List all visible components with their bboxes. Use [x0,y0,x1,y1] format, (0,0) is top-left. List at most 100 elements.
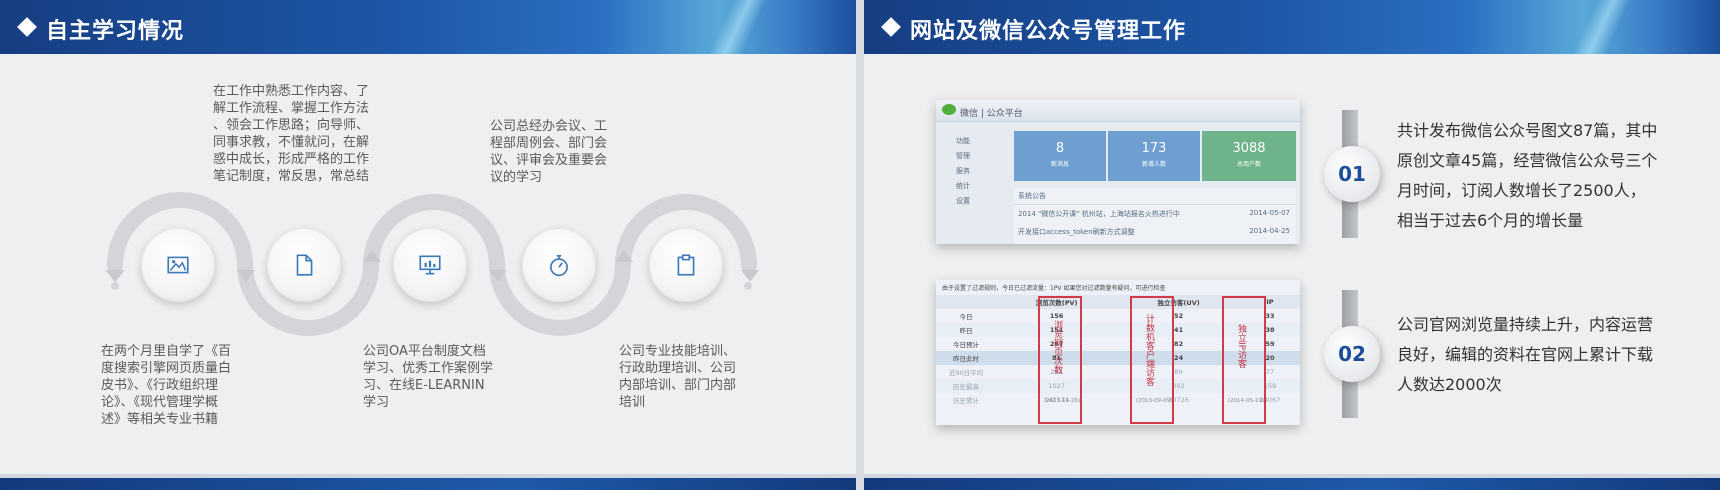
wechat-stat-total-users: 3088 总用户数 [1202,131,1296,181]
text-line: 、领会工作思路；向导师、 [213,118,370,133]
notice-title: 系统公告 [1014,188,1296,205]
wechat-sidebar: 功能 管理 服务 统计 设置 [942,134,1006,209]
row-label: 历史累计 [953,397,979,405]
wechat-brand: 微信 | 公众平台 [960,109,1023,119]
text-line: 述》等相关专业书籍 [101,412,219,427]
text-line: 议的学习 [490,170,543,185]
text-line: 人数达2000次 [1397,375,1502,394]
stat-value: 8 [1055,141,1065,156]
wechat-menu-item: 管理 [956,152,970,160]
notice-text: 开发接口access_token刷新方式调整 [1018,228,1135,236]
annotation-uv: 计数机客户端访客 [1144,314,1154,386]
stopwatch-icon [550,254,568,277]
text-line: 笔记制度，常反思，常总结 [213,169,370,184]
text-line: 学习、优秀工作案例学 [363,361,494,376]
row-label: 近90日平均 [948,369,984,377]
annotation-ip: 独立IP访客 [1236,324,1246,369]
panel-title: 网站及微信公众号管理工作 [910,19,1187,44]
wechat-logo-icon [942,104,956,115]
wechat-menu-item: 统计 [956,182,970,190]
history-date: (2013-11-26) [1043,398,1081,404]
diamond-icon [881,17,901,37]
row-label: 昨日此时 [953,355,979,363]
footer-bar [0,474,856,490]
annotation-pv: 浏览网页次数 [1052,320,1062,374]
panel-header: 网站及微信公众号管理工作 [864,0,1720,54]
text-line: 在工作中熟悉工作内容、了 [213,84,370,99]
history-date: (2013-09-09) [1135,398,1173,404]
footer-bar [864,474,1720,490]
text-line: 公司总经办会议、工 [490,119,608,134]
row-label: 今日预计 [953,341,979,349]
notice-row: 开发接口access_token刷新方式调整 2014-04-25 [1014,223,1296,241]
text-block-top-2: 公司总经办会议、工 程部周例会、部门会 议、评审会及重要会 议的学习 [490,118,660,186]
text-line: 原创文章45篇，经营微信公众号三个 [1397,151,1658,170]
text-line: 议、评审会及重要会 [490,153,608,168]
text-block-top-1: 在工作中熟悉工作内容、了 解工作流程、掌握工作方法 、领会工作思路；向导师、 同… [213,83,413,185]
text-line: 公司OA平台制度文档 [363,344,486,359]
text-line: 度搜索引擎网页质量白 [101,361,232,376]
wechat-stat-new-users: 173 新增人数 [1108,131,1200,181]
row-label: 今日 [959,313,973,321]
wechat-menu-item: 服务 [956,167,970,175]
wechat-stat-messages: 8 新消息 [1014,131,1106,181]
text-line: 解工作流程、掌握工作方法 [213,101,370,116]
text-line: 公司官网浏览量持续上升，内容运营 [1397,315,1654,334]
text-line: 惑中成长，形成严格的工作 [213,152,370,167]
website-wechat-panel: 网站及微信公众号管理工作 微信 | 公众平台 功能 管理 服务 统计 设置 8 … [864,0,1720,490]
text-line: 共计发布微信公众号图文87篇，其中 [1397,121,1658,140]
text-line: 学习 [363,395,390,410]
text-line: 论》、《现代管理学概 [101,395,219,410]
text-line: 公司专业技能培训、 [619,344,737,359]
text-block-bottom-3: 公司专业技能培训、 行政助理培训、公司 内部培训、部门内部 培训 [619,343,779,411]
panel-header: 自主学习情况 [0,0,856,54]
clipboard-icon-circle [649,228,723,302]
wechat-notices: 系统公告 2014 "微信公开课" 杭州站，上海站报名火热进行中 2014-05… [1014,188,1296,244]
stat-label: 总用户数 [1236,161,1261,168]
website-stats-screenshot: 由于设置了过滤规则，今日已过滤流量：1PV 如果您对过滤数量有疑问，可进行检查 … [936,280,1300,425]
stats-note: 由于设置了过滤规则，今日已过滤流量：1PV 如果您对过滤数量有疑问，可进行检查 [942,285,1166,292]
notice-date: 2014-04-25 [1249,227,1290,235]
wechat-dashboard-screenshot: 微信 | 公众平台 功能 管理 服务 统计 设置 8 新消息 173 新增人数 … [936,100,1300,244]
text-line: 在两个月里自学了《百 [101,344,232,359]
document-icon [296,254,313,276]
notice-text: 2014 "微信公开课" 杭州站，上海站报名火热进行中 [1018,210,1180,218]
notice-row: 2014 "微信公开课" 杭州站，上海站报名火热进行中 2014-05-07 [1014,205,1296,223]
text-line: 行政助理培训、公司 [619,361,737,376]
item-02-text: 公司官网浏览量持续上升，内容运营 良好，编辑的资料在官网上累计下载 人数达200… [1397,310,1697,400]
text-line: 培训 [619,395,646,410]
text-block-bottom-2: 公司OA平台制度文档 学习、优秀工作案例学 习、在线E-LEARNIN 学习 [363,343,523,411]
wechat-menu-item: 设置 [956,197,970,205]
image-icon-circle [141,228,215,302]
text-line: 相当于过去6个月的增长量 [1397,211,1584,230]
text-block-bottom-1: 在两个月里自学了《百 度搜索引擎网页质量白 皮书》、《行政组织理 论》、《现代管… [101,343,261,428]
row-label: 历史最高 [953,383,979,391]
stat-value: 3088 [1232,141,1266,156]
stat-label: 新增人数 [1141,161,1166,168]
presentation-icon [419,255,441,275]
text-line: 同事求教，不懂就问，在解 [213,135,370,150]
notice-date: 2014-05-07 [1249,209,1290,217]
table-header [936,295,996,309]
self-study-panel: 自主学习情况 在工作中熟悉工作内容、了 解工作流程、掌握工作方法 、领会工作思路… [0,0,856,490]
number-badge-02: 02 [1324,326,1380,382]
text-line: 月时间，订阅人数增长了2500人， [1397,181,1646,200]
wechat-header: 微信 | 公众平台 [936,100,1300,122]
diamond-icon [17,17,37,37]
text-line: 习、在线E-LEARNIN [363,378,485,393]
row-label: 昨日 [959,327,973,335]
presentation-icon-circle [393,228,467,302]
stopwatch-icon-circle [522,228,596,302]
panel-title: 自主学习情况 [46,19,185,44]
clipboard-icon [677,254,695,276]
wechat-menu-item: 功能 [956,137,970,145]
history-date: (2014-05-19) [1227,398,1265,404]
number-badge-01: 01 [1324,146,1380,202]
text-line: 皮书》、《行政组织理 [101,378,219,393]
stat-value: 173 [1141,141,1167,156]
item-01-text: 共计发布微信公众号图文87篇，其中 原创文章45篇，经营微信公众号三个 月时间，… [1397,116,1697,236]
text-line: 内部培训、部门内部 [619,378,737,393]
stat-label: 新消息 [1050,161,1069,168]
text-line: 程部周例会、部门会 [490,136,608,151]
image-icon [167,256,189,274]
